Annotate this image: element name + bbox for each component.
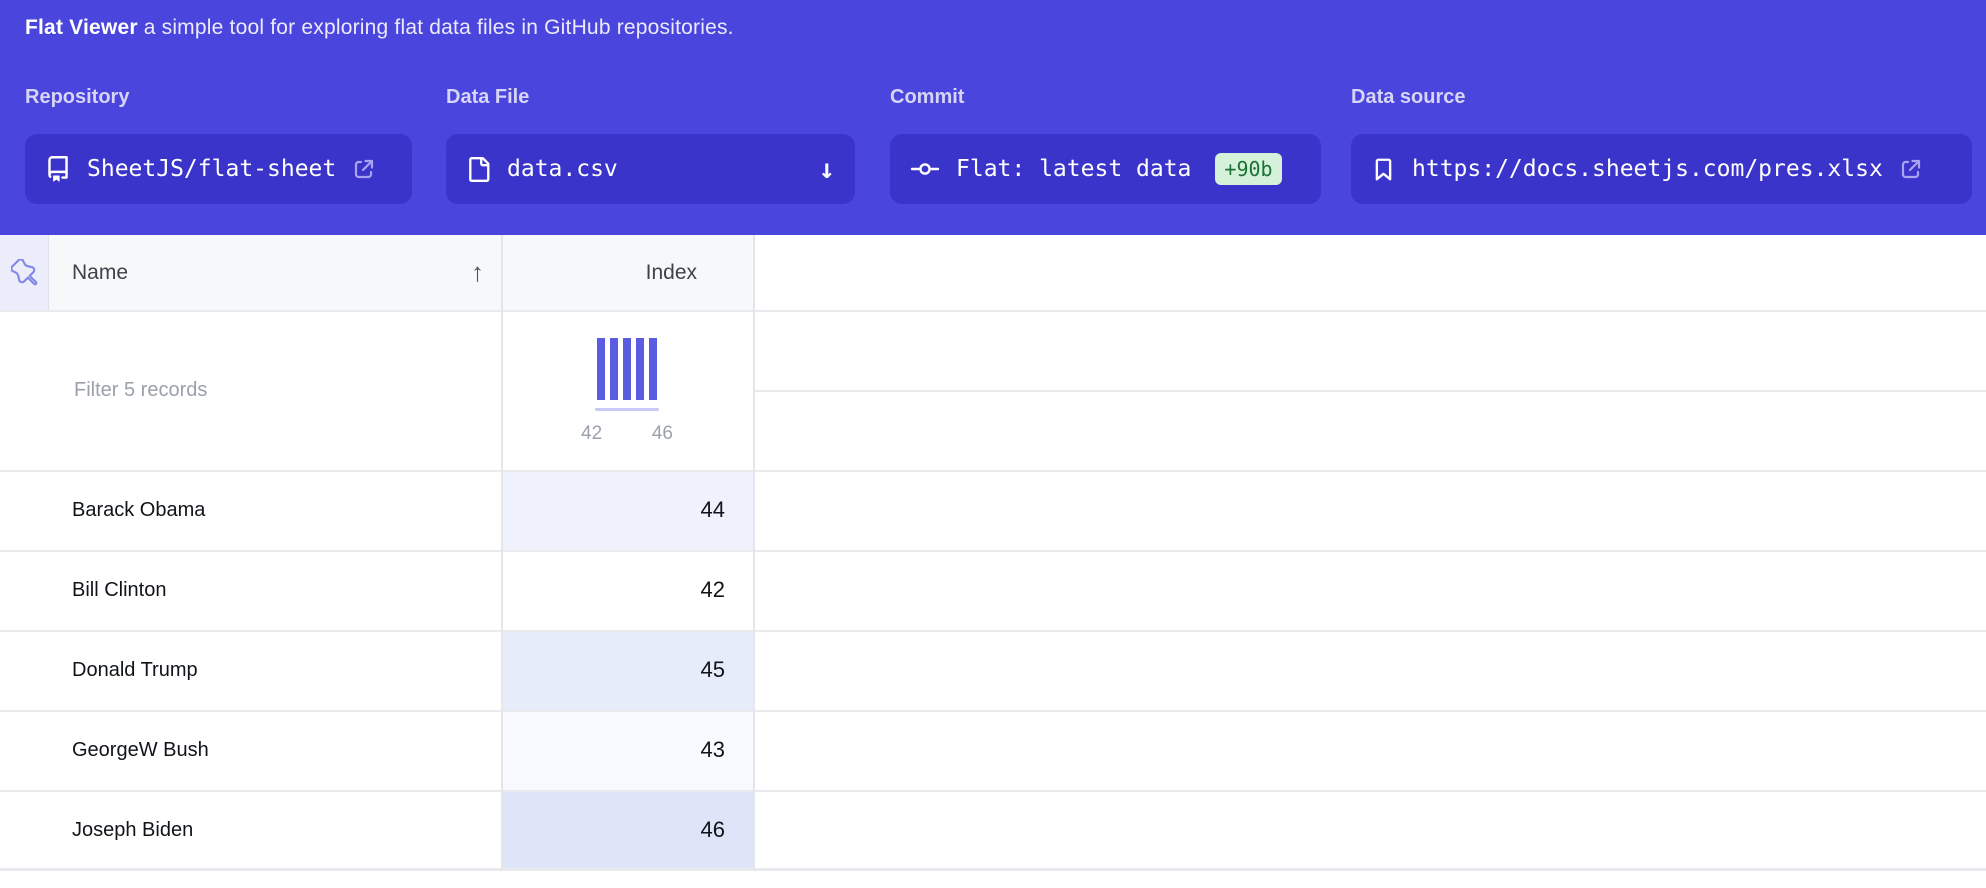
file-icon [466,157,491,182]
bookmark-icon [1371,157,1396,182]
app-title-line: Flat Viewer a simple tool for exploring f… [25,16,734,40]
table-row: Barack Obama 44 [0,470,1986,550]
histogram-axis-labels: 42 46 [581,423,673,445]
histogram-bar [597,338,605,400]
index-histogram[interactable] [597,338,657,400]
table-row: Donald Trump 45 [0,630,1986,710]
name-cell: Bill Clinton [0,550,501,630]
flat-viewer-app: Flat Viewer a simple tool for exploring f… [0,0,1986,888]
grid-line [753,390,1986,392]
column-divider [501,235,503,870]
histogram-bar [636,338,644,400]
index-cell: 42 [501,550,753,630]
repository-value: SheetJS/flat-sheet [87,156,336,182]
index-cell: 44 [501,470,753,550]
histogram-bar [623,338,631,400]
commit-label: Commit [890,86,964,109]
table-row: Joseph Biden 46 [0,790,1986,870]
histogram-max-label: 46 [652,423,673,445]
name-cell: Joseph Biden [0,790,501,870]
filter-cell [0,312,501,468]
sort-ascending-icon[interactable]: ↑ [471,257,484,288]
index-cell: 45 [501,630,753,710]
external-link-icon[interactable] [1899,157,1923,181]
column-divider [753,235,755,870]
column-title-index: Index [646,261,697,285]
repo-icon [45,156,71,182]
table-bottom-border [0,868,1986,871]
table-row: GeorgeW Bush 43 [0,710,1986,790]
external-link-icon[interactable] [352,157,376,181]
histogram-min-label: 42 [581,423,602,445]
data-file-label: Data File [446,86,529,109]
grid-line [0,790,1986,792]
grid-line [0,470,1986,472]
repository-label: Repository [25,86,129,109]
pin-icon[interactable] [11,259,38,286]
grid-line [0,310,1986,312]
data-file-value: data.csv [507,156,618,182]
data-source-url: https://docs.sheetjs.com/pres.xlsx [1412,156,1883,182]
commit-message: Flat: latest data [956,156,1191,182]
git-commit-icon [910,157,940,181]
histogram-range-slider[interactable] [595,408,659,411]
data-source-field[interactable]: https://docs.sheetjs.com/pres.xlsx [1351,134,1972,204]
column-title-name: Name [72,261,128,285]
grid-line [0,630,1986,632]
app-banner: Flat Viewer a simple tool for exploring f… [0,0,1986,235]
index-cell: 46 [501,790,753,870]
grid-line [0,710,1986,712]
column-header-index[interactable]: Index [502,235,753,310]
app-subtitle: a simple tool for exploring flat data fi… [144,16,734,39]
index-cell: 43 [501,710,753,790]
pin-column-header[interactable] [0,235,48,310]
histogram-bar [610,338,618,400]
table-row: Bill Clinton 42 [0,550,1986,630]
filter-input[interactable] [72,378,476,403]
data-file-field[interactable]: data.csv ↓ [446,134,855,204]
app-title: Flat Viewer [25,16,138,39]
name-cell: Donald Trump [0,630,501,710]
data-source-label: Data source [1351,86,1466,109]
pin-column-divider [48,235,49,310]
name-cell: Barack Obama [0,470,501,550]
download-icon[interactable]: ↓ [819,154,835,185]
column-header-name[interactable]: Name ↑ [48,235,502,310]
index-histogram-cell: 42 46 [501,312,753,468]
name-cell: GeorgeW Bush [0,710,501,790]
commit-field[interactable]: Flat: latest data +90b [890,134,1321,204]
grid-line [0,550,1986,552]
histogram-bar [649,338,657,400]
commit-diff-badge: +90b [1215,153,1281,185]
repository-field[interactable]: SheetJS/flat-sheet [25,134,412,204]
